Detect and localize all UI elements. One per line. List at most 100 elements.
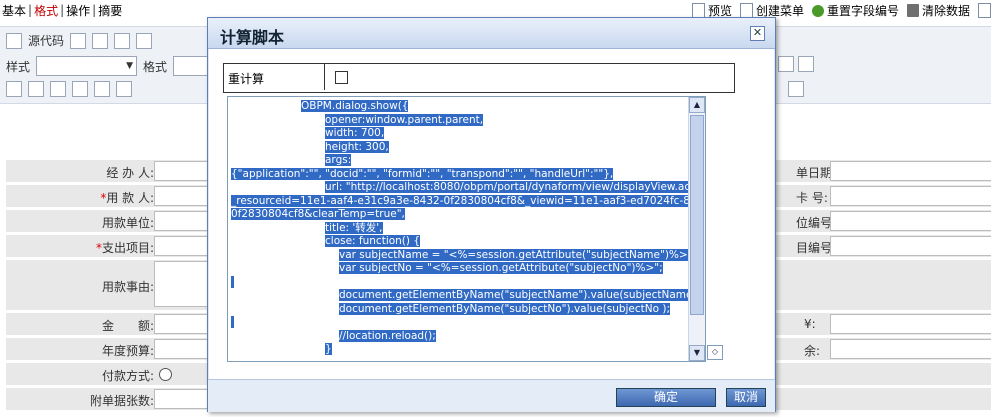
trash-icon: [906, 4, 919, 17]
toolbar-right-group-2: [788, 81, 804, 97]
form-right-input[interactable]: [830, 339, 991, 359]
code-text: [231, 275, 235, 288]
source-code-icon: [6, 32, 22, 49]
form-right-input[interactable]: [830, 314, 991, 334]
code-line: title: '转发',: [231, 221, 687, 236]
code-line: args:: [231, 154, 687, 168]
align-justify-icon[interactable]: [778, 56, 794, 72]
script-content: OBPM.dialog.show({opener:window.parent.p…: [231, 100, 705, 357]
list-field-icon[interactable]: [94, 81, 110, 97]
payment-radio[interactable]: [159, 368, 172, 381]
date-field-icon[interactable]: [116, 81, 132, 97]
form-right-label: ¥:: [804, 317, 816, 331]
tab-operations[interactable]: 操作: [64, 2, 92, 19]
code-line: [231, 316, 687, 330]
code-text: }: [325, 343, 332, 355]
form-label: 年度预算:: [101, 344, 154, 358]
recalc-checkbox[interactable]: [335, 71, 348, 84]
reset-field-numbers-button[interactable]: 重置字段编号: [811, 2, 899, 19]
radio-field-icon[interactable]: [28, 81, 44, 97]
textarea-field-icon[interactable]: [72, 81, 88, 97]
top-tabs: 基本 | 格式 | 操作 | 摘要: [0, 0, 124, 20]
form-label: 付款方式:: [101, 369, 154, 383]
form-right-input[interactable]: [830, 236, 991, 256]
tab-basic[interactable]: 基本: [0, 2, 28, 19]
align-right-icon[interactable]: [798, 56, 814, 72]
code-line: document.getElementByName("subjectNo").v…: [231, 302, 687, 317]
code-line: _resourceid=11e1-aaf4-e31c9a3e-8432-0f28…: [231, 194, 705, 209]
checkbox-field-icon[interactable]: [6, 81, 22, 97]
form-label: 用款单位:: [101, 216, 154, 230]
form-right-label: 余:: [804, 344, 821, 358]
style-select[interactable]: ▼: [36, 56, 138, 76]
form-label: 用款事由:: [101, 280, 154, 294]
refresh-icon: [811, 4, 824, 17]
scroll-up-icon[interactable]: ▲: [689, 97, 705, 113]
scrollbar[interactable]: ▲ ▼: [688, 97, 705, 361]
form-right-input[interactable]: [830, 161, 991, 181]
form-right-label: 卡 号:: [796, 191, 828, 205]
form-right-input[interactable]: [830, 211, 991, 231]
code-text: url: "http://localhost:8080/obpm/portal/…: [325, 181, 705, 193]
code-line: }: [231, 343, 687, 357]
close-icon[interactable]: ✕: [750, 26, 765, 41]
document-icon: [978, 3, 991, 18]
code-line: document.getElementByName("subjectName")…: [231, 289, 704, 303]
style-label: 样式: [6, 59, 31, 74]
code-text: title: '转发',: [325, 221, 383, 234]
cut-icon[interactable]: [136, 32, 153, 49]
recalc-row: 重计算: [223, 63, 735, 93]
code-text: close: function() {: [325, 235, 421, 247]
format-select[interactable]: [173, 56, 209, 76]
template-icon[interactable]: [114, 32, 131, 49]
toolbar-row-1: 源代码: [6, 32, 153, 49]
code-text: height: 300,: [325, 140, 389, 153]
script-textarea[interactable]: OBPM.dialog.show({opener:window.parent.p…: [227, 96, 706, 362]
form-label: *用 款 人:: [100, 189, 154, 206]
code-text: var subjectName = "<%=session.getAttribu…: [339, 248, 697, 261]
reset-field-numbers-label: 重置字段编号: [826, 4, 899, 18]
code-text: args:: [325, 154, 352, 166]
recalc-label: 重计算: [224, 64, 325, 90]
code-line: url: "http://localhost:8080/obpm/portal/…: [231, 181, 705, 195]
preview-icon[interactable]: [92, 32, 109, 49]
code-line: //location.reload();: [231, 329, 687, 344]
code-line: 0f2830804cf8&clearTemp=true",: [231, 208, 687, 222]
code-text: var subjectNo = "<%=session.getAttribute…: [339, 262, 663, 274]
document-icon: [691, 3, 705, 18]
source-code-button[interactable]: 源代码: [28, 32, 64, 49]
save-icon[interactable]: [70, 32, 87, 49]
code-text: OBPM.dialog.show({: [301, 100, 409, 112]
text-field-icon[interactable]: [50, 81, 66, 97]
format-label: 格式: [143, 59, 168, 74]
expand-editor-icon[interactable]: ◇: [707, 345, 723, 360]
code-text: _resourceid=11e1-aaf4-e31c9a3e-8432-0f28…: [231, 194, 705, 207]
toolbar-right-group: [778, 56, 814, 72]
code-line: close: function() {: [231, 235, 687, 249]
tab-format[interactable]: 格式: [32, 2, 60, 19]
clear-data-button[interactable]: 清除数据: [906, 2, 970, 19]
code-text: {"application":"", "docid":"", "formid":…: [231, 167, 614, 180]
code-line: var subjectNo = "<%=session.getAttribute…: [231, 262, 687, 276]
scroll-thumb[interactable]: [690, 115, 704, 315]
tab-summary[interactable]: 摘要: [96, 2, 124, 19]
script-dialog: 计算脚本 ✕ 重计算 OBPM.dialog.show({opener:wind…: [207, 17, 776, 412]
form-label-text: 用 款 人:: [106, 191, 154, 205]
code-text: [231, 316, 235, 328]
ok-button[interactable]: 确定: [616, 388, 716, 407]
code-line: [231, 275, 687, 290]
more-button[interactable]: [978, 3, 991, 18]
dialog-titlebar: 计算脚本 ✕: [208, 18, 775, 49]
spellcheck-icon[interactable]: [788, 81, 804, 97]
code-text: opener:window.parent.parent,: [325, 113, 484, 126]
dialog-body: 重计算 OBPM.dialog.show({opener:window.pare…: [209, 49, 774, 379]
cancel-button[interactable]: 取消: [726, 388, 766, 407]
form-right-input[interactable]: [830, 186, 991, 206]
form-label-text: 支出项目:: [101, 241, 154, 255]
toolbar-row-2: 样式 ▼ 格式: [6, 56, 209, 76]
document-icon: [739, 3, 753, 18]
code-text: 0f2830804cf8&clearTemp=true",: [231, 208, 405, 220]
scroll-down-icon[interactable]: ▼: [689, 345, 705, 361]
code-text: width: 700,: [325, 127, 385, 139]
code-line: height: 300,: [231, 140, 687, 155]
